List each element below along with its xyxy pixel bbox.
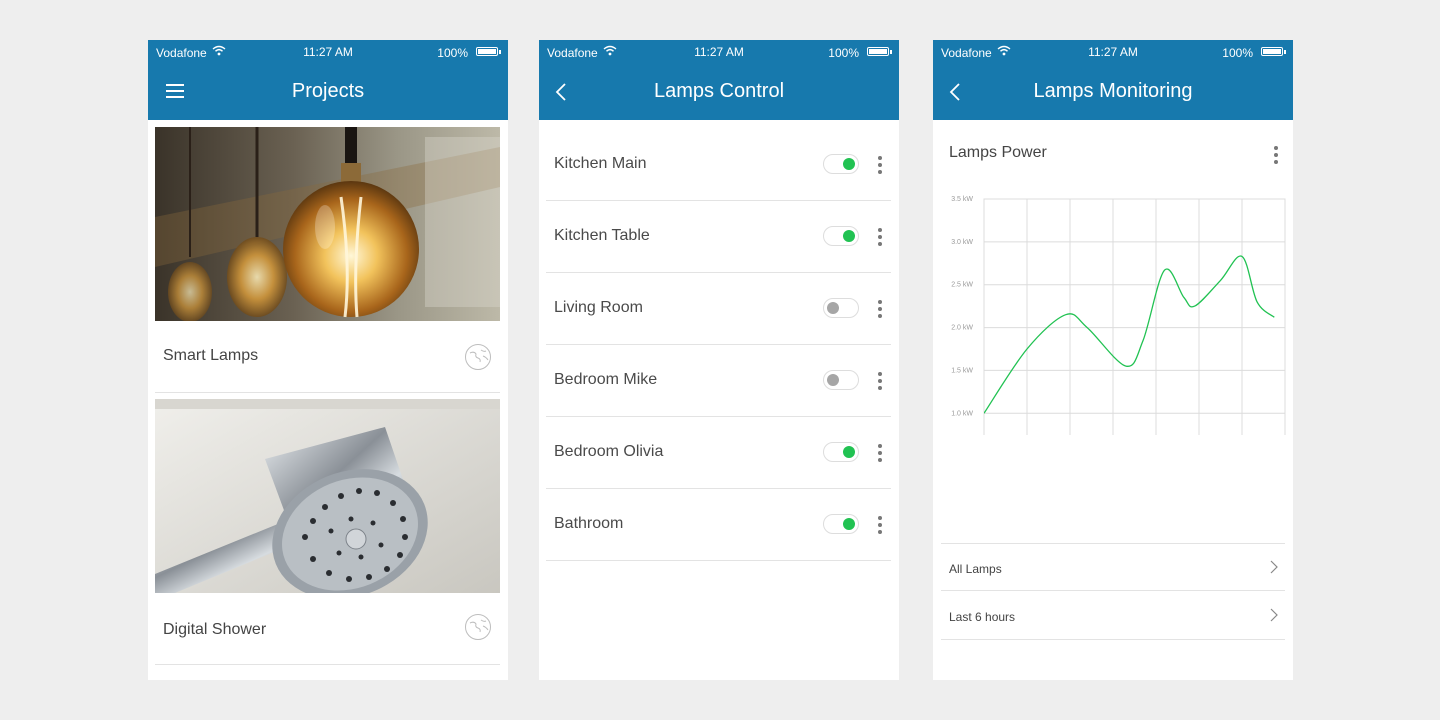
status-bar: Vodafone 11:27 AM 100% xyxy=(933,40,1293,64)
lamp-row[interactable]: Kitchen Main xyxy=(546,129,891,201)
project-image-digital-shower[interactable] xyxy=(155,399,500,593)
lamp-row[interactable]: Bedroom Olivia xyxy=(546,417,891,489)
more-options-icon[interactable] xyxy=(875,156,885,174)
chart-more-icon[interactable] xyxy=(1271,146,1281,164)
chart-title: Lamps Power xyxy=(949,144,1047,161)
lamps-control-screen: Vodafone 11:27 AM 100% Lamps Control Kit… xyxy=(539,40,899,680)
more-options-icon[interactable] xyxy=(875,228,885,246)
app-bar: Vodafone 11:27 AM 100% Lamps Monitoring xyxy=(933,40,1293,120)
more-options-icon[interactable] xyxy=(875,300,885,318)
filter-label: Last 6 hours xyxy=(949,610,1016,624)
page-title: Lamps Monitoring xyxy=(1033,80,1193,102)
lamp-toggle[interactable] xyxy=(823,442,859,462)
y-tick-label: 2.0 kW xyxy=(951,325,973,332)
toggle-knob xyxy=(827,374,839,386)
battery-percent: 100% xyxy=(1222,46,1253,60)
project-item-smart-lamps[interactable]: Smart Lamps xyxy=(155,321,500,393)
power-series-line xyxy=(984,255,1275,414)
lamp-toggle[interactable] xyxy=(823,370,859,390)
chevron-right-icon xyxy=(1270,560,1278,574)
project-label: Digital Shower xyxy=(163,621,267,638)
y-tick-label: 1.0 kW xyxy=(951,410,973,417)
lamp-name: Kitchen Main xyxy=(554,155,647,172)
lamp-row[interactable]: Bedroom Mike xyxy=(546,345,891,417)
app-bar: Vodafone 11:27 AM 100% Lamps Control xyxy=(539,40,899,120)
more-options-icon[interactable] xyxy=(875,516,885,534)
toggle-knob xyxy=(843,158,855,170)
app-bar: Vodafone 11:27 AM 100% Projects xyxy=(148,40,508,120)
battery-icon xyxy=(1261,47,1283,56)
lamp-row[interactable]: Kitchen Table xyxy=(546,201,891,273)
battery-nub xyxy=(890,50,892,54)
filter-label: All Lamps xyxy=(949,562,1002,576)
project-label: Smart Lamps xyxy=(163,347,259,364)
battery-icon xyxy=(867,47,889,56)
battery-percent: 100% xyxy=(828,46,859,60)
filter-last-6-hours[interactable]: Last 6 hours xyxy=(941,592,1285,640)
y-tick-label: 3.0 kW xyxy=(951,239,973,246)
lamp-row[interactable]: Bathroom xyxy=(546,489,891,561)
lamp-name: Bathroom xyxy=(554,515,624,532)
toggle-knob xyxy=(843,518,855,530)
status-bar: Vodafone 11:27 AM 100% xyxy=(539,40,899,64)
lamp-name: Bedroom Mike xyxy=(554,371,658,388)
lamp-toggle[interactable] xyxy=(823,514,859,534)
chevron-right-icon xyxy=(1270,608,1278,622)
y-tick-label: 3.5 kW xyxy=(951,196,973,203)
more-options-icon[interactable] xyxy=(875,372,885,390)
battery-nub xyxy=(499,50,501,54)
light-bulbs-photo xyxy=(155,127,500,321)
more-options-icon[interactable] xyxy=(875,444,885,462)
lamp-name: Living Room xyxy=(554,299,643,316)
page-title: Lamps Control xyxy=(653,80,785,102)
globe-icon[interactable] xyxy=(464,613,492,641)
shower-head-photo xyxy=(155,399,500,593)
battery-percent: 100% xyxy=(437,46,468,60)
page-title: Projects xyxy=(291,80,365,102)
lamps-monitoring-screen: Vodafone 11:27 AM 100% Lamps Monitoring … xyxy=(933,40,1293,680)
battery-icon xyxy=(476,47,498,56)
filter-all-lamps[interactable]: All Lamps xyxy=(941,543,1285,591)
toggle-knob xyxy=(843,230,855,242)
status-bar: Vodafone 11:27 AM 100% xyxy=(148,40,508,64)
projects-screen: Vodafone 11:27 AM 100% Projects Smart La… xyxy=(148,40,508,680)
toggle-knob xyxy=(843,446,855,458)
power-line-chart: 0.5 kW1.0 kW1.5 kW2.0 kW2.5 kW3.0 kW3.5 … xyxy=(951,196,1286,435)
toggle-knob xyxy=(827,302,839,314)
y-tick-label: 1.5 kW xyxy=(951,367,973,374)
globe-icon[interactable] xyxy=(464,343,492,371)
lamp-toggle[interactable] xyxy=(823,226,859,246)
y-tick-label: 2.5 kW xyxy=(951,282,973,289)
lamp-row[interactable]: Living Room xyxy=(546,273,891,345)
project-item-digital-shower[interactable]: Digital Shower xyxy=(155,593,500,665)
battery-nub xyxy=(1284,50,1286,54)
plot-frame xyxy=(983,198,1286,435)
lamp-toggle[interactable] xyxy=(823,154,859,174)
lamp-name: Kitchen Table xyxy=(554,227,650,244)
lamp-toggle[interactable] xyxy=(823,298,859,318)
lamp-name: Bedroom Olivia xyxy=(554,443,664,460)
project-image-smart-lamps[interactable] xyxy=(155,127,500,321)
